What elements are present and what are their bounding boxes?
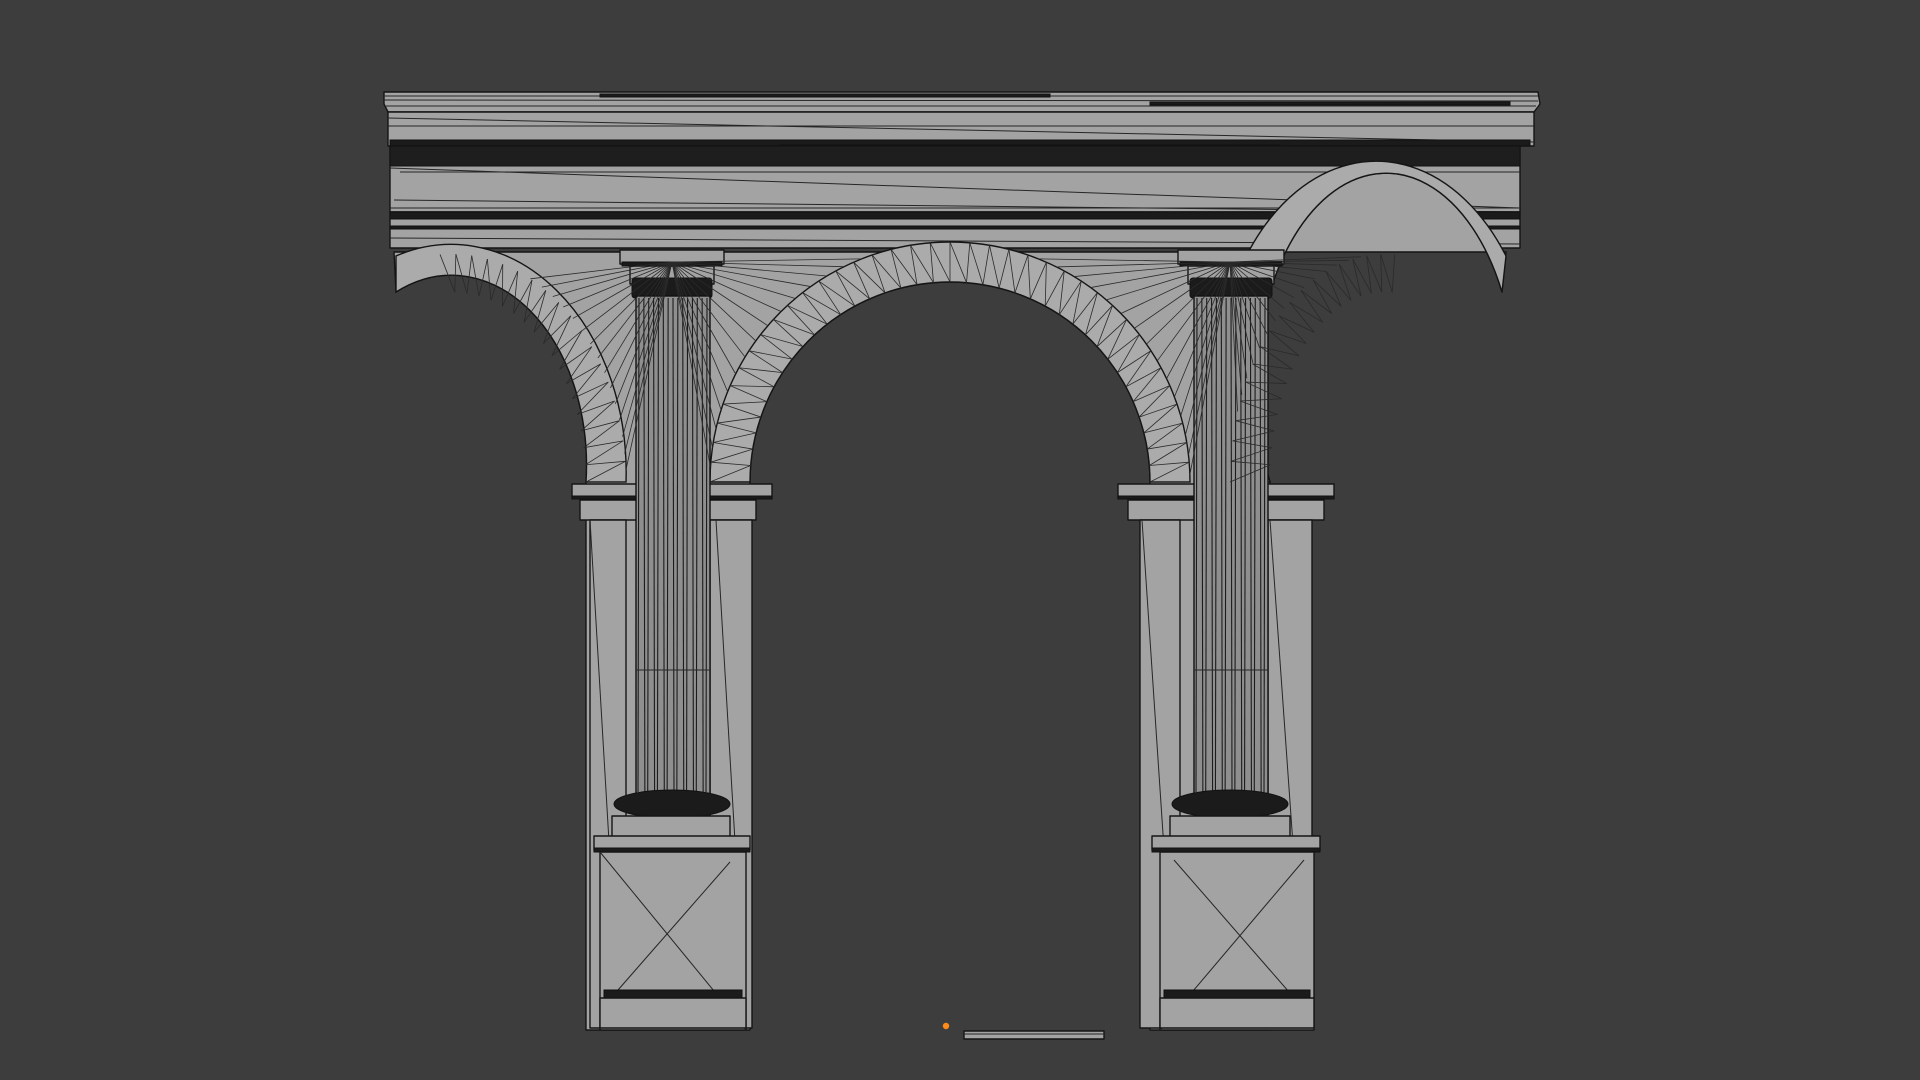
column-left-torus: [613, 789, 731, 819]
3d-viewport[interactable]: [0, 0, 1920, 1080]
origin-dot-icon[interactable]: [942, 1022, 950, 1030]
column-right-torus: [1171, 789, 1289, 819]
ground-plate[interactable]: [963, 1030, 1105, 1040]
viewport-canvas[interactable]: [0, 0, 1920, 1080]
